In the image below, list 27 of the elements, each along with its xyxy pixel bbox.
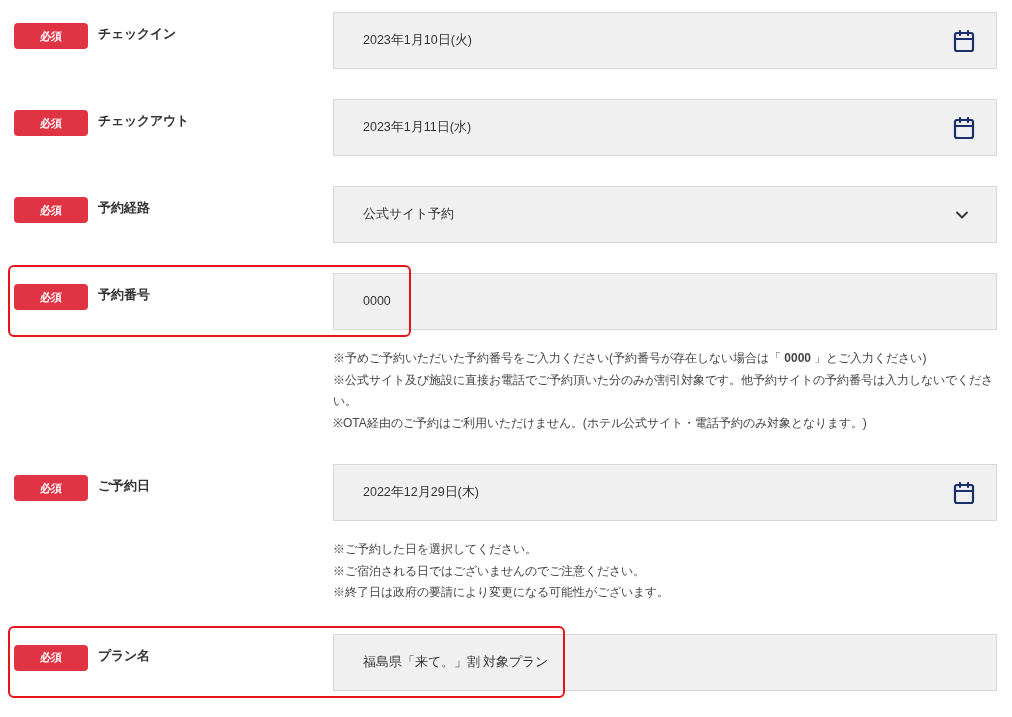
note-text: ※ご予約した日を選択してください。 — [333, 541, 538, 558]
required-badge: 必須 — [14, 23, 88, 49]
note-text: ※公式サイト及び施設に直接お電話でご予約頂いた分のみが割引対象です。他予約サイトの予約番号は入力しないでください。 — [333, 371, 994, 410]
required-badge: 必須 — [14, 284, 88, 310]
field-label: 予約番号 — [98, 286, 150, 304]
field-label: プラン名 — [98, 646, 150, 665]
date-field[interactable]: 2023年1月10日(火) — [333, 12, 997, 69]
calendar-icon — [952, 115, 976, 140]
note-text: ※終了日は政府の要請により変更になる可能性がございます。 — [333, 584, 670, 601]
calendar-icon — [952, 480, 976, 505]
required-badge: 必須 — [14, 475, 88, 501]
date-field[interactable]: 2023年1月11日(水) — [333, 99, 997, 156]
calendar-icon — [952, 28, 976, 53]
required-badge: 必須 — [14, 644, 88, 671]
input-field[interactable]: 福島県「来て。」割 対象プラン — [333, 633, 997, 691]
field-label: 予約経路 — [98, 199, 150, 217]
field-label: ご予約日 — [98, 477, 150, 495]
date-field[interactable]: 2022年12月29日(木) — [333, 464, 997, 521]
required-badge: 必須 — [14, 110, 88, 136]
note-text: ※OTA経由のご予約はご利用いただけません。(ホテル公式サイト・電話予約のみ対象となります。) — [333, 414, 868, 432]
select-field[interactable]: 公式サイト予約 — [333, 186, 997, 243]
field-label: チェックイン — [98, 25, 176, 43]
required-badge: 必須 — [14, 197, 88, 223]
note-text: ※ご宿泊される日ではございませんのでご注意ください。 — [333, 562, 646, 580]
input-field[interactable]: 0000 — [333, 273, 997, 330]
field-label: チェックアウト — [98, 112, 189, 130]
note-text: ※予めご予約いただいた予約番号をご入力ください(予約番号が存在しない場合は「 0000 」とご入力ください) — [333, 350, 928, 367]
